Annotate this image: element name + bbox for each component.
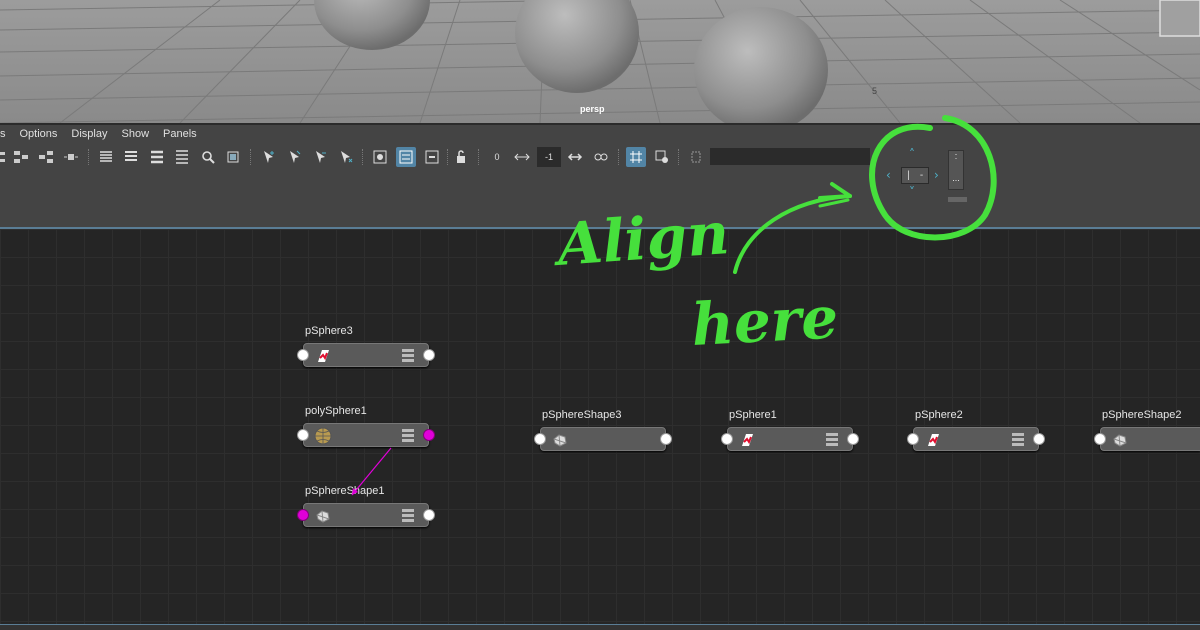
graph-selected-icon[interactable] bbox=[285, 147, 305, 167]
viewport-persp[interactable]: persp 5 bbox=[0, 0, 1200, 123]
snap-grid-icon[interactable] bbox=[652, 147, 672, 167]
nav-center-right: - bbox=[919, 170, 924, 181]
search-icon[interactable] bbox=[198, 147, 218, 167]
sphere-3d bbox=[694, 7, 828, 123]
add-selected-icon[interactable] bbox=[259, 147, 279, 167]
camera-label: persp bbox=[580, 104, 605, 114]
menu-options[interactable]: Options bbox=[13, 128, 65, 140]
nav-center-left: | bbox=[907, 170, 910, 181]
link-icon[interactable] bbox=[591, 147, 611, 167]
layout-rows-icon[interactable] bbox=[96, 147, 116, 167]
graph-downstream-icon[interactable] bbox=[36, 147, 56, 167]
grid-snap-value[interactable]: 0 bbox=[486, 147, 508, 167]
node-editor-toolbar: 0 -1 ˄ ‹ | - › ˅ : ... bbox=[0, 143, 1200, 227]
expand-horizontal-icon[interactable] bbox=[565, 147, 585, 167]
offset-field[interactable]: -1 bbox=[537, 147, 561, 167]
lock-icon[interactable] bbox=[451, 147, 471, 167]
remove-selected-icon[interactable] bbox=[311, 147, 331, 167]
clear-graph-icon[interactable] bbox=[336, 147, 356, 167]
swatch-icon[interactable] bbox=[223, 147, 243, 167]
graph-frame-icon[interactable] bbox=[61, 147, 81, 167]
sphere-3d bbox=[314, 0, 430, 50]
chevron-right-icon[interactable]: › bbox=[934, 168, 939, 182]
nav-side-bottom: ... bbox=[952, 173, 960, 183]
graph-upstream-icon[interactable] bbox=[11, 147, 31, 167]
grid-number-label: 5 bbox=[872, 86, 878, 96]
menu-bar: s Options Display Show Panels bbox=[0, 123, 1200, 143]
nav-side-top: : bbox=[954, 151, 958, 161]
nav-center-control[interactable]: | - bbox=[901, 167, 929, 184]
menu-show[interactable]: Show bbox=[115, 128, 157, 140]
menu-item-s[interactable]: s bbox=[0, 128, 13, 140]
layout-rows-4-icon[interactable] bbox=[172, 147, 192, 167]
search-input[interactable] bbox=[710, 148, 870, 165]
chevron-up-icon[interactable]: ˄ bbox=[909, 147, 915, 161]
spread-horizontal-icon[interactable] bbox=[512, 147, 532, 167]
navigation-widget: ˄ ‹ | - › ˅ : ... bbox=[880, 145, 980, 205]
node-graph-canvas[interactable]: pSphere3 polySphere1 pSphereShape1 pSphe… bbox=[0, 227, 1200, 625]
menu-panels[interactable]: Panels bbox=[156, 128, 204, 140]
graph-bottom-border bbox=[0, 624, 1200, 630]
attribute-view-icon[interactable] bbox=[370, 147, 390, 167]
connection-wire bbox=[351, 447, 392, 496]
nav-side-control[interactable]: : ... bbox=[948, 150, 964, 190]
connected-view-icon[interactable] bbox=[422, 147, 442, 167]
chevron-down-icon[interactable]: ˅ bbox=[909, 185, 915, 199]
sphere-3d bbox=[515, 0, 639, 93]
simple-view-icon[interactable] bbox=[396, 147, 416, 167]
grid-toggle-icon[interactable] bbox=[626, 147, 646, 167]
layout-rows-3-icon[interactable] bbox=[147, 147, 167, 167]
layout-rows-2-icon[interactable] bbox=[121, 147, 141, 167]
nav-slider[interactable] bbox=[948, 197, 967, 202]
bookmark-icon[interactable] bbox=[686, 147, 706, 167]
chevron-left-icon[interactable]: ‹ bbox=[886, 168, 891, 182]
menu-display[interactable]: Display bbox=[64, 128, 114, 140]
